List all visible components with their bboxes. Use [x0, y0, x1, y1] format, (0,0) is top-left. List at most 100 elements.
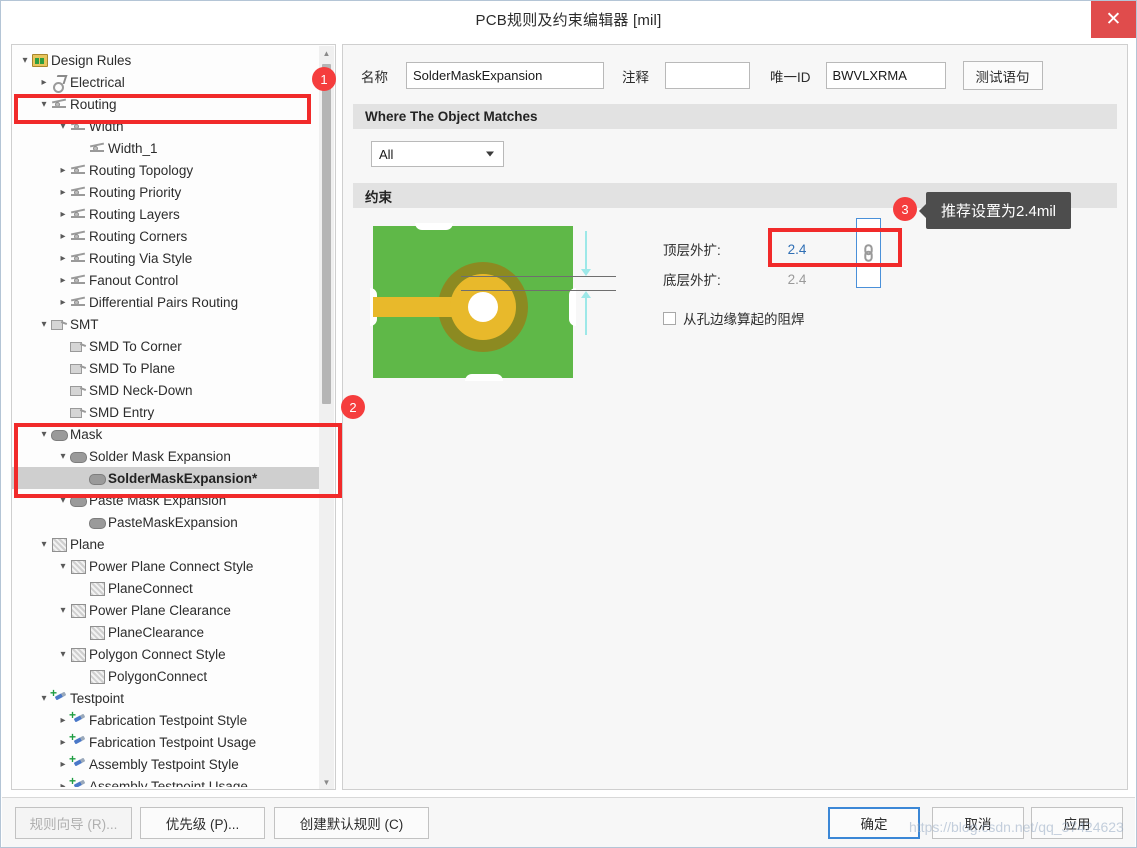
scope-select[interactable]: All	[371, 141, 504, 167]
chevron-down-icon[interactable]	[56, 451, 70, 462]
chevron-right-icon[interactable]	[56, 759, 70, 770]
tree-item[interactable]: Routing Layers	[12, 203, 319, 225]
tree-item[interactable]: Routing Via Style	[12, 247, 319, 269]
testpoint-icon	[69, 730, 86, 749]
rule-wizard-button[interactable]: 规则向导 (R)...	[15, 807, 132, 839]
link-layers-toggle[interactable]	[856, 218, 881, 288]
tree-item[interactable]: SMD Entry	[12, 401, 319, 423]
tree-item[interactable]: SMT	[12, 313, 319, 335]
tree-item[interactable]: Width_1	[12, 137, 319, 159]
close-icon[interactable]: ✕	[1091, 1, 1136, 38]
chevron-right-icon[interactable]	[56, 231, 70, 242]
chevron-down-icon[interactable]	[56, 649, 70, 660]
hole-edge-solder-mask-label: 从孔边缘算起的阻焊	[683, 312, 805, 327]
tree-item[interactable]: Routing Priority	[12, 181, 319, 203]
routing-icon	[70, 163, 86, 177]
hole-edge-solder-mask-checkbox[interactable]	[663, 311, 676, 325]
scroll-down-icon[interactable]: ▼	[319, 775, 334, 789]
tree-item-label: Fabrication Testpoint Usage	[89, 734, 257, 750]
unique-id-input[interactable]: BWVLXRMA	[825, 62, 946, 89]
test-query-button[interactable]: 测试语句	[962, 61, 1043, 90]
bottom-expansion-input[interactable]: 2.4	[747, 267, 847, 292]
design-rules-tree-panel: Design Rules Electrical Routing Width Width_…	[11, 44, 336, 790]
chevron-down-icon[interactable]	[37, 319, 51, 330]
tree-scrollbar[interactable]: ▲ ▼	[319, 46, 334, 789]
cancel-button[interactable]: 取消	[932, 807, 1024, 839]
tree-item[interactable]: Fabrication Testpoint Usage	[12, 730, 319, 753]
tree-item[interactable]: PasteMaskExpansion	[12, 511, 319, 533]
scrollbar-thumb[interactable]	[322, 64, 331, 404]
tree-item[interactable]: Width	[12, 115, 319, 137]
plane-icon	[89, 625, 105, 640]
tree-item[interactable]: Paste Mask Expansion	[12, 489, 319, 511]
tree-item[interactable]: Differential Pairs Routing	[12, 291, 319, 313]
plane-icon	[70, 603, 86, 618]
scope-section-header: Where The Object Matches	[353, 104, 1117, 129]
tree-item-label: Assembly Testpoint Usage	[89, 778, 248, 788]
tree-item[interactable]: Fabrication Testpoint Style	[12, 708, 319, 731]
name-input[interactable]: SolderMaskExpansion	[406, 62, 604, 89]
create-default-rules-button[interactable]: 创建默认规则 (C)	[274, 807, 429, 839]
chevron-down-icon[interactable]	[56, 605, 70, 616]
tree-item[interactable]: Polygon Connect Style	[12, 643, 319, 665]
tree-item[interactable]: Design Rules	[12, 49, 319, 71]
chevron-right-icon[interactable]	[37, 77, 51, 88]
tree-item[interactable]: Solder Mask Expansion	[12, 445, 319, 467]
chevron-down-icon	[486, 151, 494, 157]
tree-item[interactable]: PolygonConnect	[12, 665, 319, 687]
tree-item[interactable]: Power Plane Connect Style	[12, 555, 319, 577]
expansion-fields: 顶层外扩: 2.4 底层外扩: 2.4	[663, 234, 847, 294]
chevron-right-icon[interactable]	[56, 737, 70, 748]
dimension-indicator	[461, 231, 616, 335]
tree-list[interactable]: Design Rules Electrical Routing Width Width_…	[12, 49, 319, 787]
chevron-down-icon[interactable]	[37, 539, 51, 550]
tree-item[interactable]: Plane	[12, 533, 319, 555]
scope-row: All	[343, 129, 1127, 167]
chevron-down-icon[interactable]	[37, 99, 51, 110]
apply-button[interactable]: 应用	[1031, 807, 1123, 839]
tree-item[interactable]: SMD To Plane	[12, 357, 319, 379]
chevron-right-icon[interactable]	[56, 253, 70, 264]
tree-item[interactable]: SolderMaskExpansion*	[12, 467, 319, 489]
annotation-badge-1: 1	[312, 67, 336, 91]
tree-item[interactable]: Testpoint	[12, 686, 319, 709]
routing-icon	[70, 273, 86, 287]
tree-item[interactable]: PlaneClearance	[12, 621, 319, 643]
chevron-right-icon[interactable]	[56, 187, 70, 198]
top-expansion-input[interactable]: 2.4	[747, 236, 847, 262]
chevron-right-icon[interactable]	[56, 297, 70, 308]
chevron-right-icon[interactable]	[56, 781, 70, 788]
tree-item[interactable]: PlaneConnect	[12, 577, 319, 599]
tree-item[interactable]: Assembly Testpoint Usage	[12, 774, 319, 788]
ok-button[interactable]: 确定	[828, 807, 920, 839]
chevron-right-icon[interactable]	[56, 165, 70, 176]
chevron-right-icon[interactable]	[56, 275, 70, 286]
chevron-right-icon[interactable]	[56, 209, 70, 220]
tree-item[interactable]: SMD Neck-Down	[12, 379, 319, 401]
chevron-down-icon[interactable]	[37, 693, 51, 704]
mask-icon	[70, 493, 87, 507]
tree-item-label: SMD Entry	[89, 404, 155, 420]
chevron-down-icon[interactable]	[56, 121, 70, 132]
tree-item[interactable]: SMD To Corner	[12, 335, 319, 357]
scroll-up-icon[interactable]: ▲	[319, 46, 334, 61]
chevron-down-icon[interactable]	[37, 429, 51, 440]
tree-item[interactable]: Assembly Testpoint Style	[12, 752, 319, 775]
tree-item[interactable]: Fanout Control	[12, 269, 319, 291]
tree-item[interactable]: Routing Corners	[12, 225, 319, 247]
tree-item[interactable]: Routing	[12, 93, 319, 115]
page-title: PCB规则及约束编辑器 [mil]	[475, 12, 662, 29]
hole-edge-solder-mask-row[interactable]: 从孔边缘算起的阻焊	[663, 308, 805, 328]
electrical-icon	[51, 75, 67, 93]
tree-item[interactable]: Mask	[12, 423, 319, 445]
tree-item[interactable]: Power Plane Clearance	[12, 599, 319, 621]
comment-input[interactable]	[665, 62, 750, 89]
routing-icon	[51, 97, 67, 111]
priority-button[interactable]: 优先级 (P)...	[140, 807, 265, 839]
tree-item[interactable]: Electrical	[12, 71, 319, 93]
chevron-down-icon[interactable]	[56, 495, 70, 506]
chevron-right-icon[interactable]	[56, 715, 70, 726]
chevron-down-icon[interactable]	[56, 561, 70, 572]
chevron-down-icon[interactable]	[18, 55, 32, 66]
tree-item[interactable]: Routing Topology	[12, 159, 319, 181]
